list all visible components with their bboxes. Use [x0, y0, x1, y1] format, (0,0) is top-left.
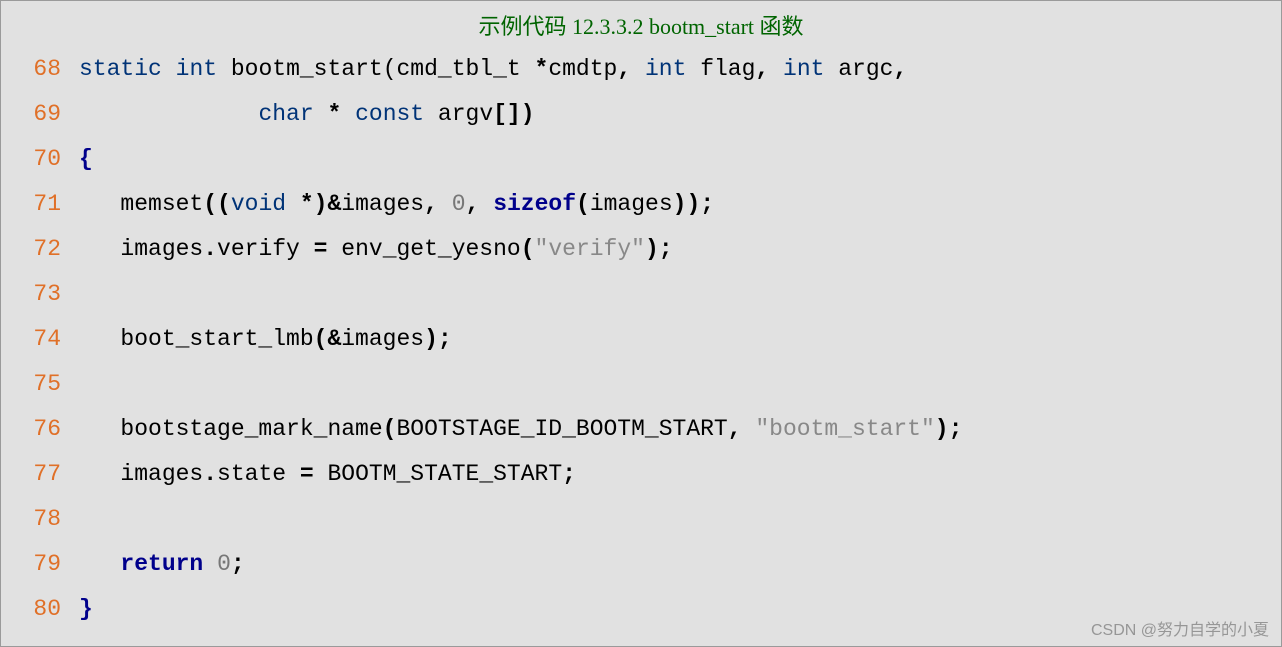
- code-title: 示例代码 12.3.3.2 bootm_start 函数: [1, 1, 1281, 47]
- line-source: return 0;: [79, 542, 245, 587]
- line-number: 78: [1, 497, 79, 542]
- line-number: 77: [1, 452, 79, 497]
- line-number: 74: [1, 317, 79, 362]
- line-number: 72: [1, 227, 79, 272]
- line-source: static int bootm_start(cmd_tbl_t *cmdtp,…: [79, 47, 907, 92]
- line-number: 70: [1, 137, 79, 182]
- line-number: 69: [1, 92, 79, 137]
- code-line: 77 images.state = BOOTM_STATE_START;: [1, 452, 1281, 497]
- code-line: 68static int bootm_start(cmd_tbl_t *cmdt…: [1, 47, 1281, 92]
- line-number: 71: [1, 182, 79, 227]
- line-source: char * const argv[]): [79, 92, 535, 137]
- code-line: 80}: [1, 587, 1281, 632]
- code-block: 68static int bootm_start(cmd_tbl_t *cmdt…: [1, 47, 1281, 632]
- code-line: 70{: [1, 137, 1281, 182]
- line-source: memset((void *)&images, 0, sizeof(images…: [79, 182, 714, 227]
- line-number: 73: [1, 272, 79, 317]
- line-source: {: [79, 137, 93, 182]
- watermark: CSDN @努力自学的小夏: [1091, 616, 1269, 640]
- code-line: 69 char * const argv[]): [1, 92, 1281, 137]
- code-line: 72 images.verify = env_get_yesno("verify…: [1, 227, 1281, 272]
- line-source: boot_start_lmb(&images);: [79, 317, 452, 362]
- line-source: images.state = BOOTM_STATE_START;: [79, 452, 576, 497]
- line-number: 68: [1, 47, 79, 92]
- code-line: 74 boot_start_lmb(&images);: [1, 317, 1281, 362]
- code-line: 73: [1, 272, 1281, 317]
- line-source: bootstage_mark_name(BOOTSTAGE_ID_BOOTM_S…: [79, 407, 962, 452]
- line-number: 80: [1, 587, 79, 632]
- line-source: images.verify = env_get_yesno("verify");: [79, 227, 673, 272]
- code-line: 78: [1, 497, 1281, 542]
- code-line: 79 return 0;: [1, 542, 1281, 587]
- code-line: 71 memset((void *)&images, 0, sizeof(ima…: [1, 182, 1281, 227]
- line-number: 76: [1, 407, 79, 452]
- line-source: }: [79, 587, 93, 632]
- line-number: 79: [1, 542, 79, 587]
- code-line: 76 bootstage_mark_name(BOOTSTAGE_ID_BOOT…: [1, 407, 1281, 452]
- line-number: 75: [1, 362, 79, 407]
- code-line: 75: [1, 362, 1281, 407]
